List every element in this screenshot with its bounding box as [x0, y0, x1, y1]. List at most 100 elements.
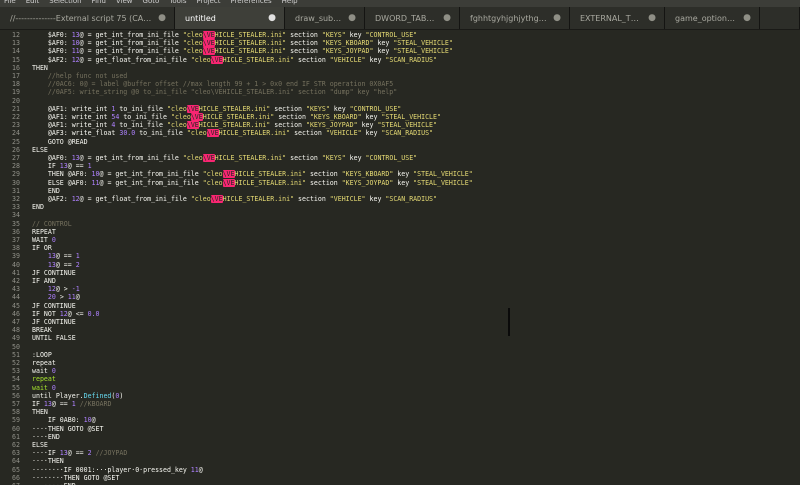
code-token: key [365, 55, 386, 64]
code-line[interactable]: 24 @AF3: write_float 30.0 to_ini_file "c… [0, 129, 800, 138]
menu-find[interactable]: Find [92, 0, 106, 5]
code-line[interactable]: 50 [0, 343, 800, 351]
code-token: key [329, 104, 350, 113]
code-line[interactable]: 29 THEN @AF0: 10@ = get_int_from_ini_fil… [0, 170, 800, 179]
code-token: 1 [87, 162, 92, 171]
search-highlight: \VE [210, 55, 223, 64]
tab-dirty-dot-icon[interactable]: ● [262, 13, 276, 23]
code-line[interactable]: 64 ····THEN [0, 457, 800, 465]
code-text: WAIT 0 [32, 236, 56, 244]
code-token: section [286, 31, 322, 39]
code-token: @ = get_int_from_ini_file [79, 31, 183, 39]
code-line[interactable]: 40 13@ == 2 [0, 261, 800, 269]
code-line[interactable]: 37 WAIT 0 [0, 236, 800, 244]
code-line[interactable]: 57 IF 13@ == 1 //KBOARD [0, 400, 800, 408]
menu-goto[interactable]: Goto [143, 0, 160, 5]
tab-dirty-dot-icon[interactable]: ● [342, 13, 356, 23]
code-line[interactable]: 17 //help func not used [0, 72, 800, 80]
code-line[interactable]: 23 @AF1: write_int 4 to_ini_file "cleo\V… [0, 121, 800, 130]
code-line[interactable]: 13 $AF0: 10@ = get_int_from_ini_file "cl… [0, 39, 800, 48]
line-number: 39 [12, 252, 20, 261]
code-line[interactable]: 66 ········THEN GOTO @SET [0, 474, 800, 482]
tab-external-thread-cpp[interactable]: EXTERNAL_THREAD.CPP● [570, 7, 665, 29]
code-line[interactable]: 60 ····THEN GOTO @SET [0, 425, 800, 433]
tab-fghhtgyhjghjythg-cpp[interactable]: fghhtgyhjghjythg.cpp● [460, 7, 570, 29]
code-line[interactable]: 32 @AF2: 12@ = get_float_from_ini_file "… [0, 195, 800, 203]
code-text: $AF2: 12@ = get_float_from_ini_file "cle… [32, 55, 437, 64]
menu-selection[interactable]: Selection [49, 0, 81, 5]
code-line[interactable]: 18 //0AC6: 0@ = label @buffer offset //m… [0, 80, 800, 88]
code-line[interactable]: 45 JF CONTINUE [0, 302, 800, 310]
code-line[interactable]: 38 IF OR [0, 244, 800, 252]
code-line[interactable]: 20 [0, 97, 800, 105]
menu-project[interactable]: Project [197, 0, 221, 5]
code-line[interactable]: 15 $AF2: 12@ = get_float_from_ini_file "… [0, 55, 800, 64]
code-line[interactable]: 16 THEN [0, 64, 800, 72]
code-line[interactable]: 21 @AF1: write_int 1 to_ini_file "cleo\V… [0, 104, 800, 113]
code-line[interactable]: 56 until Player.Defined(0) [0, 392, 800, 400]
code-line[interactable]: 54 repeat [0, 375, 800, 383]
line-number: 61 [12, 432, 20, 441]
code-line[interactable]: 53 wait 0 [0, 367, 800, 375]
code-line[interactable]: 31 END [0, 187, 800, 195]
tab-dirty-dot-icon[interactable]: ● [152, 13, 166, 23]
search-highlight: \VE [186, 104, 199, 113]
code-line[interactable]: 19 //0AF5: write_string @0 to_ini_file "… [0, 88, 800, 96]
code-line[interactable]: 49 UNTIL FALSE [0, 334, 800, 342]
menu-file[interactable]: File [4, 0, 16, 5]
code-token: HICLE_STEALER.ini" [214, 39, 287, 48]
menu-tools[interactable]: Tools [169, 0, 186, 5]
tab-dirty-dot-icon[interactable]: ● [547, 13, 561, 23]
code-line[interactable]: 25 GOTO @READ [0, 138, 800, 146]
menu-view[interactable]: View [116, 0, 133, 5]
code-line[interactable]: 46 IF NOT 12@ <= 0.0 [0, 310, 800, 318]
code-editor[interactable]: 12 $AF0: 13@ = get_int_from_ini_file "cl… [0, 30, 800, 485]
code-line[interactable]: 48 BREAK [0, 326, 800, 334]
menu-preferences[interactable]: Preferences [230, 0, 271, 5]
tab-draw-sub-cpp[interactable]: draw_sub.cpp● [285, 7, 365, 29]
tab-dirty-dot-icon[interactable]: ● [437, 13, 451, 23]
code-line[interactable]: 47 JF CONTINUE [0, 318, 800, 326]
code-line[interactable]: 34 [0, 211, 800, 219]
code-line[interactable]: 61 ····END [0, 433, 800, 441]
code-line[interactable]: 52 repeat [0, 359, 800, 367]
menu-edit[interactable]: Edit [26, 0, 40, 5]
code-line[interactable]: 62 ELSE [0, 441, 800, 449]
tab-dword-table-cpp[interactable]: DWORD_TABLE.cpp● [365, 7, 460, 29]
code-line[interactable]: 36 REPEAT [0, 228, 800, 236]
code-line[interactable]: 58 THEN [0, 408, 800, 416]
code-line[interactable]: 35 // CONTROL [0, 220, 800, 228]
code-line[interactable]: 59 IF 0AB0: 10@ [0, 416, 800, 424]
search-highlight: \VE [202, 31, 215, 39]
line-number: 45 [12, 301, 20, 310]
code-line[interactable]: 33 END [0, 203, 800, 211]
code-line[interactable]: 51:LOOP [0, 351, 800, 359]
code-line[interactable]: 39 13@ == 1 [0, 252, 800, 260]
code-line[interactable]: 41 JF CONTINUE [0, 269, 800, 277]
code-token: 0.0 [87, 309, 100, 318]
code-token: @ == [55, 252, 76, 261]
code-line[interactable]: 26 ELSE [0, 146, 800, 154]
tab-untitled[interactable]: untitled ● [175, 7, 285, 29]
tab-game-options-cpp[interactable]: game_options.cpp● [665, 7, 760, 29]
tab-extra[interactable] [760, 7, 800, 29]
code-line[interactable]: 28 IF 13@ == 1 [0, 162, 800, 170]
code-line[interactable]: 63 ····IF 13@ == 2 //JOYPAD [0, 449, 800, 457]
code-line[interactable]: 30 ELSE @AF0: 11@ = get_int_from_ini_fil… [0, 178, 800, 187]
code-line[interactable]: 55 wait 0 [0, 384, 800, 392]
code-line[interactable]: 65 ········IF 0001:···player·0·pressed_ke… [0, 466, 800, 474]
code-line[interactable]: 42 IF AND [0, 277, 800, 285]
code-line[interactable]: 12 $AF0: 13@ = get_int_from_ini_file "cl… [0, 31, 800, 39]
code-line[interactable]: 44 20 > 11@ [0, 293, 800, 301]
menu-help[interactable]: Help [282, 0, 298, 5]
code-line[interactable]: 27 @AF0: 13@ = get_int_from_ini_file "cl… [0, 154, 800, 162]
code-line[interactable]: 43 12@ > -1 [0, 285, 800, 293]
tab-dirty-dot-icon[interactable]: ● [737, 13, 751, 23]
code-text: @AF1: write_int 4 to_ini_file "cleo\VEHI… [32, 121, 437, 130]
code-line[interactable]: 14 $AF0: 11@ = get_int_from_ini_file "cl… [0, 47, 800, 56]
tab-external-script-75-camera[interactable]: //--------------External script 75 (CAME… [0, 7, 175, 29]
code-token: 13 [43, 400, 52, 408]
code-line[interactable]: 22 @AF1: write_int 54 to_ini_file "cleo\… [0, 113, 800, 121]
tab-dirty-dot-icon[interactable]: ● [642, 13, 656, 23]
